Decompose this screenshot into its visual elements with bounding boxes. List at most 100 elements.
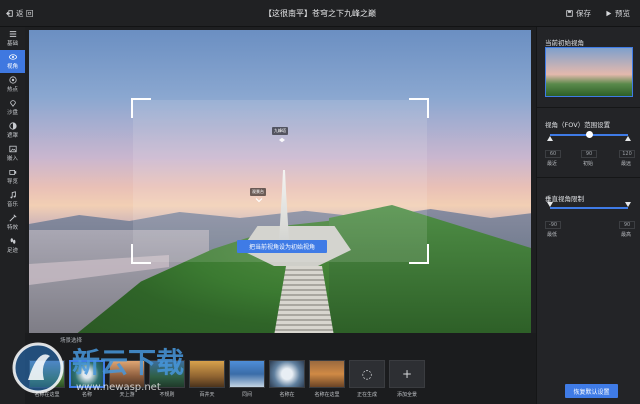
scene-thumbnail-label: 名称 — [81, 392, 92, 398]
set-initial-view-button[interactable]: 把当前视角设为初始视角 — [237, 240, 327, 253]
sidebar-item-label: 导览 — [6, 179, 18, 185]
fov-init-label: 初始 — [583, 161, 594, 167]
sidebar-item-basic[interactable]: 基础 — [0, 27, 25, 50]
sidebar-item-label: 热点 — [6, 87, 18, 93]
hotspot-label[interactable]: 九峰塔 — [272, 127, 288, 135]
page-title: 【这很南平】苍穹之下九峰之巅 — [264, 9, 376, 18]
generating-label: 正在生成 — [356, 392, 377, 398]
scene-thumbnail-image — [69, 360, 105, 388]
add-scene-label: 添加全景 — [396, 392, 417, 398]
scene-thumbnail[interactable]: 同间 — [229, 360, 265, 398]
hotspot-arrow-icon[interactable] — [278, 137, 286, 143]
scene-thumbnail-image — [229, 360, 265, 388]
sidebar-item-view[interactable]: 视角 — [0, 50, 25, 73]
scene-thumbnail-label: 名称在 — [279, 392, 295, 398]
plus-icon: + — [389, 360, 425, 388]
image-icon — [8, 145, 17, 153]
sidebar-item-hotspot[interactable]: 热点 — [0, 73, 25, 96]
frame-corner-top-right — [409, 98, 429, 118]
scene-thumbnail-label: 同间 — [241, 392, 252, 398]
effects-icon — [8, 214, 17, 222]
scene-thumbnail-label: 不规则 — [159, 392, 175, 398]
frame-corner-bottom-right — [409, 244, 429, 264]
preview-button[interactable]: 预览 — [605, 8, 630, 19]
hotspot-arrow-icon[interactable] — [255, 197, 263, 203]
scene-thumbnail[interactable]: 名称在这里 — [309, 360, 345, 398]
initial-view-title: 当前初始视角 — [545, 39, 584, 47]
generating-scene: ◌ 正在生成 — [349, 360, 385, 398]
scene-thumbnail-label: 百井天 — [199, 392, 215, 398]
vertical-min-handle[interactable] — [547, 202, 553, 207]
fov-max-label: 最远 — [621, 161, 632, 167]
divider — [537, 177, 640, 178]
hotspot-label[interactable]: 观景台 — [250, 188, 266, 196]
sidebar-item-music[interactable]: 音乐 — [0, 188, 25, 211]
fov-max-handle[interactable] — [625, 136, 631, 141]
music-icon — [9, 191, 16, 199]
sidebar-item-label: 特效 — [6, 225, 18, 231]
divider — [537, 107, 640, 108]
vertical-min-label: 最低 — [547, 232, 558, 238]
scene-thumbnail-image — [29, 360, 65, 388]
scene-thumbnail-image — [309, 360, 345, 388]
save-icon — [566, 10, 573, 17]
sidebar-item-guide[interactable]: 导览 — [0, 165, 25, 188]
scene-thumbnail-label: 名称在这里 — [314, 392, 340, 398]
sidebar-item-sandbox[interactable]: 沙盘 — [0, 96, 25, 119]
scene-thumbnail[interactable]: 名称在 — [269, 360, 305, 398]
initial-view-thumbnail — [545, 47, 633, 97]
vertical-min-value[interactable]: -90 — [545, 221, 561, 229]
fov-max-value[interactable]: 120 — [619, 150, 635, 158]
sidebar-item-label: 视角 — [6, 64, 18, 70]
vertical-slider-track[interactable] — [550, 207, 628, 209]
fov-init-handle[interactable] — [586, 131, 593, 138]
scene-strip: 场景选择 名称在这里 名称 天上游 不规则 百井天 同间 名称在 名称在这里 ◌… — [25, 333, 536, 404]
map-pin-icon — [9, 100, 16, 107]
scene-thumbnail[interactable]: 不规则 — [149, 360, 185, 398]
sidebar-item-effects[interactable]: 特效 — [0, 211, 25, 234]
vertical-max-handle[interactable] — [625, 202, 631, 207]
fov-min-value[interactable]: 60 — [545, 150, 561, 158]
list-icon — [9, 31, 16, 37]
sidebar-item-footprint[interactable]: 足迹 — [0, 234, 25, 257]
mask-icon — [8, 122, 17, 130]
sidebar-item-label: 沙盘 — [6, 110, 18, 116]
sidebar-item-embed[interactable]: 嵌入 — [0, 142, 25, 165]
vertical-max-value[interactable]: 90 — [619, 221, 635, 229]
frame-corner-bottom-left — [131, 244, 151, 264]
fov-min-label: 最近 — [547, 161, 558, 167]
sidebar-item-label: 足迹 — [6, 248, 18, 254]
panorama-preview[interactable]: 九峰塔 观景台 把当前视角设为初始视角 — [29, 30, 531, 333]
camera-icon — [8, 170, 16, 175]
fov-init-value[interactable]: 90 — [581, 150, 597, 158]
save-label: 保存 — [576, 9, 591, 18]
hotspot-icon — [8, 76, 17, 84]
left-sidebar: 基础 视角 热点 沙盘 遮罩 嵌入 导览 音乐 特效 足迹 — [0, 27, 25, 404]
sidebar-item-mask[interactable]: 遮罩 — [0, 119, 25, 142]
top-bar: 返 回 【这很南平】苍穹之下九峰之巅 保存 预览 — [0, 0, 640, 27]
scene-thumbnail[interactable]: 百井天 — [189, 360, 225, 398]
sidebar-item-label: 遮罩 — [6, 133, 18, 139]
fov-min-handle[interactable] — [547, 136, 553, 141]
eye-icon — [8, 54, 17, 60]
fov-title: 视角（FOV）范围设置 — [545, 121, 611, 129]
scene-thumbnail-image — [149, 360, 185, 388]
reset-default-button[interactable]: 恢复默认设置 — [565, 384, 618, 398]
save-button[interactable]: 保存 — [566, 8, 591, 19]
vertical-max-label: 最高 — [621, 232, 632, 238]
initial-view-frame[interactable] — [131, 98, 429, 264]
preview-label: 预览 — [615, 9, 630, 18]
frame-corner-top-left — [131, 98, 151, 118]
sidebar-item-label: 音乐 — [6, 202, 18, 208]
sidebar-item-label: 嵌入 — [6, 156, 18, 162]
scene-thumbnail-image — [109, 360, 145, 388]
scene-thumbnail[interactable]: 名称在这里 — [29, 360, 65, 398]
scene-thumbnail[interactable]: 天上游 — [109, 360, 145, 398]
scene-thumbnail-selected[interactable]: 名称 — [69, 360, 105, 398]
scene-tab[interactable]: 场景选择 — [60, 336, 100, 345]
add-scene-button[interactable]: + 添加全景 — [389, 360, 425, 398]
sidebar-item-label: 基础 — [6, 41, 18, 47]
footprint-icon — [10, 238, 15, 244]
scene-thumbnail-label: 天上游 — [119, 392, 135, 398]
play-icon — [606, 10, 612, 17]
